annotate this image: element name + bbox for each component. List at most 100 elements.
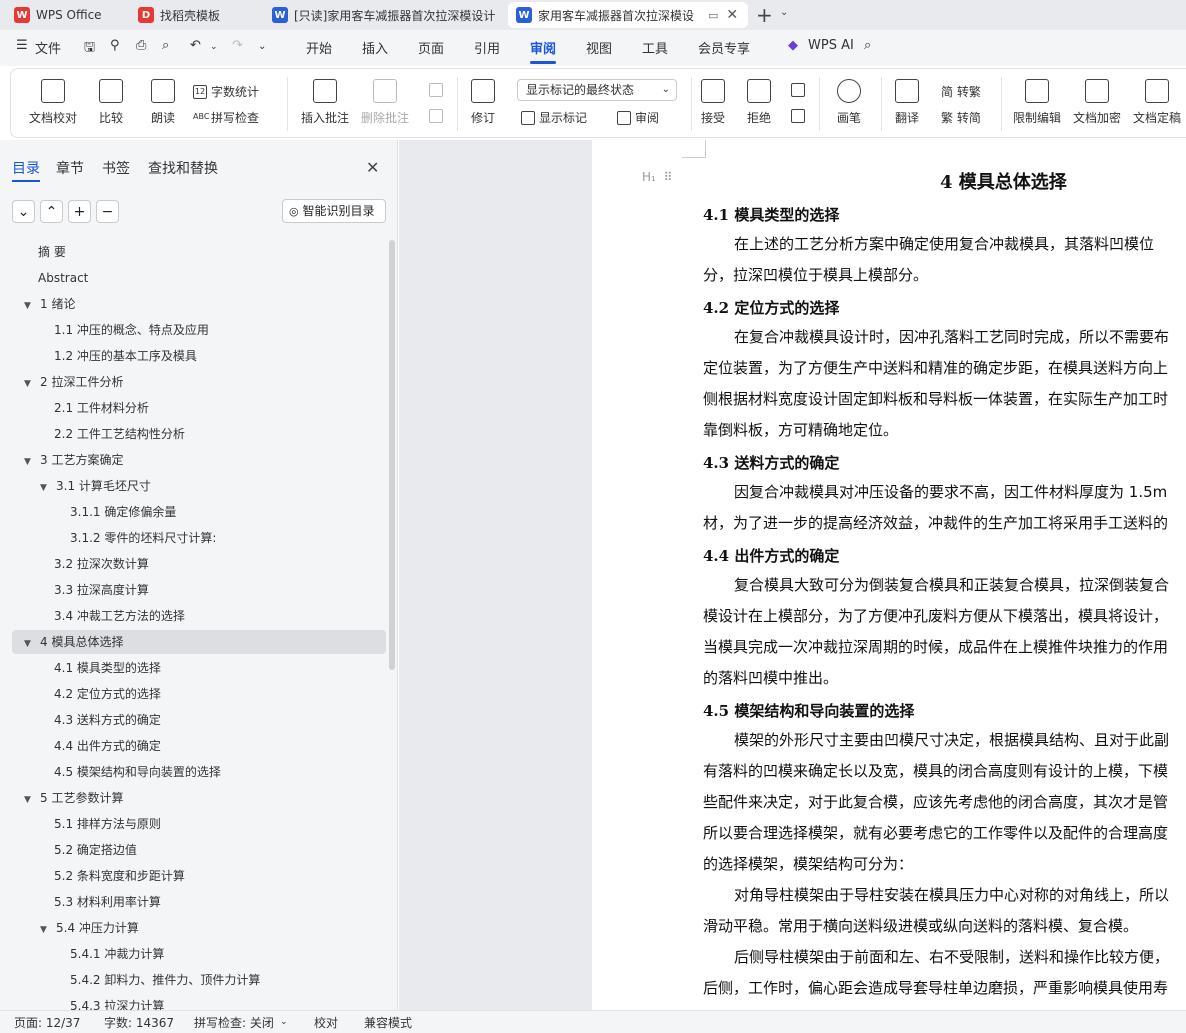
toc-item[interactable]: 5.1 排样方法与原则 — [54, 813, 161, 835]
tab-toc[interactable]: 目录 — [12, 158, 40, 178]
collapse-up-button[interactable]: ⌃ — [40, 200, 63, 223]
status-proofread[interactable]: 校对 — [314, 1014, 338, 1031]
tab-chapters[interactable]: 章节 — [56, 158, 84, 178]
accept-button[interactable]: 接受 — [701, 79, 725, 126]
status-word-count[interactable]: 字数: 14367 — [104, 1014, 174, 1031]
doc-check-button[interactable]: 文档校对 — [29, 79, 77, 126]
chevron-down-icon[interactable]: ⌄ — [280, 1017, 288, 1027]
hamburger-icon[interactable]: ☰ — [16, 38, 28, 53]
prev-change-icon[interactable] — [791, 83, 809, 97]
share-icon[interactable]: ⚲ — [110, 38, 120, 53]
word-count-button[interactable]: 12 字数统计 — [193, 83, 259, 100]
read-aloud-button[interactable]: 朗读 — [151, 79, 175, 126]
toc-item[interactable]: Abstract — [38, 267, 88, 289]
new-tab-button[interactable]: + — [756, 3, 773, 27]
tab-find-replace[interactable]: 查找和替换 — [148, 158, 218, 178]
to-simplified-button[interactable]: 繁 转简 — [941, 109, 981, 126]
save-icon[interactable]: 🖫 — [84, 38, 95, 60]
to-traditional-button[interactable]: 简 转繁 — [941, 83, 981, 100]
status-page[interactable]: 页面: 12/37 — [14, 1014, 80, 1031]
monitor-icon[interactable]: ▭ — [708, 9, 718, 22]
smart-toc-button[interactable]: ◎ 智能识别目录 — [282, 199, 386, 223]
toc-item[interactable]: 4.3 送料方式的确定 — [54, 709, 161, 731]
toc-item[interactable]: 2.1 工件材料分析 — [54, 397, 149, 419]
menu-member[interactable]: 会员专享 — [698, 38, 750, 57]
toc-item[interactable]: 3.4 冲裁工艺方法的选择 — [54, 605, 185, 627]
toc-item[interactable]: 5.4.2 卸料力、推件力、顶件力计算 — [70, 969, 260, 991]
review-pane-button[interactable]: 审阅 — [617, 109, 659, 126]
toc-item[interactable]: ▼ 3 工艺方案确定 — [24, 449, 123, 471]
toc-item[interactable]: 摘 要 — [38, 241, 66, 263]
menu-tools[interactable]: 工具 — [642, 38, 668, 57]
tab-docer-templates[interactable]: D 找稻壳模板 — [130, 2, 260, 28]
toc-item[interactable]: 1.2 冲压的基本工序及模具 — [54, 345, 197, 367]
toc-item[interactable]: 3.1.2 零件的坯料尺寸计算: — [70, 527, 216, 549]
menu-review[interactable]: 审阅 — [530, 38, 556, 57]
toc-item[interactable]: 3.1.1 确定修偏余量 — [70, 501, 176, 523]
translate-button[interactable]: 翻译 — [895, 79, 919, 126]
show-markup-button[interactable]: 显示标记 — [521, 109, 587, 126]
expand-arrow-icon[interactable]: ▼ — [24, 373, 32, 395]
toc-item[interactable]: 5.4.1 冲裁力计算 — [70, 943, 164, 965]
next-change-icon[interactable] — [791, 109, 809, 123]
toc-item[interactable]: 1.1 冲压的概念、特点及应用 — [54, 319, 209, 341]
compare-button[interactable]: 比较 — [99, 79, 123, 126]
toc-item[interactable]: 2.2 工件工艺结构性分析 — [54, 423, 185, 445]
tab-readonly-doc[interactable]: W [只读]家用客车减振器首次拉深模设计 — [264, 2, 502, 28]
toc-item[interactable]: ▼ 1 绪论 — [24, 293, 75, 315]
menu-file[interactable]: 文件 — [35, 38, 61, 57]
expand-down-button[interactable]: ⌄ — [12, 200, 35, 223]
tab-active-doc[interactable]: W 家用客车减振器首次拉深模设 ▭ ✕ — [508, 2, 748, 28]
close-icon[interactable]: ✕ — [366, 158, 379, 177]
document-page[interactable]: H₁ ⠿ 4 模具总体选择 4.1 模具类型的选择 在上述的工艺分析方案中确定使用… — [592, 140, 1186, 1010]
tab-wps-office[interactable]: W WPS Office — [6, 2, 122, 28]
insert-comment-button[interactable]: 插入批注 — [301, 79, 349, 126]
reject-button[interactable]: 拒绝 — [747, 79, 771, 126]
expand-arrow-icon[interactable]: ▼ — [24, 789, 32, 811]
menu-home[interactable]: 开始 — [306, 38, 332, 57]
expand-arrow-icon[interactable]: ▼ — [40, 477, 48, 499]
status-spell-check[interactable]: 拼写检查: 关闭 — [194, 1014, 274, 1031]
toc-item[interactable]: 5.2 确定搭边值 — [54, 839, 137, 861]
more-chevron-icon[interactable]: ⌄ — [258, 41, 266, 52]
toc-item[interactable]: 4.5 模架结构和导向装置的选择 — [54, 761, 221, 783]
toc-item[interactable]: 4.4 出件方式的确定 — [54, 735, 161, 757]
toc-item[interactable]: ▼ 4 模具总体选择 — [24, 631, 123, 653]
undo-icon[interactable]: ↶ — [190, 38, 201, 53]
print-icon[interactable]: ⎙ — [136, 38, 146, 53]
close-tab-icon[interactable]: ✕ — [726, 7, 738, 23]
tab-bookmarks[interactable]: 书签 — [102, 158, 130, 178]
expand-arrow-icon[interactable]: ▼ — [24, 451, 32, 473]
print-preview-icon[interactable]: ⌕ — [162, 38, 169, 53]
menu-wps-ai[interactable]: WPS AI — [808, 38, 854, 53]
undo-dropdown-icon[interactable]: ⌄ — [210, 42, 218, 52]
pen-button[interactable]: 画笔 — [837, 79, 861, 126]
chevron-down-icon[interactable]: ⌄ — [780, 7, 788, 18]
toc-item[interactable]: ▼ 3.1 计算毛坯尺寸 — [40, 475, 151, 497]
toc-item[interactable]: ▼ 5.4 冲压力计算 — [40, 917, 139, 939]
remove-heading-button[interactable]: − — [96, 200, 119, 223]
menu-insert[interactable]: 插入 — [362, 38, 388, 57]
toc-item[interactable]: ▼ 2 拉深工件分析 — [24, 371, 123, 393]
encrypt-button[interactable]: 文档加密 — [1073, 79, 1121, 126]
track-changes-button[interactable]: 修订 — [471, 79, 495, 126]
toc-item[interactable]: 3.3 拉深高度计算 — [54, 579, 149, 601]
expand-arrow-icon[interactable]: ▼ — [40, 919, 48, 941]
toc-item[interactable]: 4.2 定位方式的选择 — [54, 683, 161, 705]
finalize-button[interactable]: 文档定稿 — [1133, 79, 1181, 126]
menu-page[interactable]: 页面 — [418, 38, 444, 57]
toc-item[interactable]: 3.2 拉深次数计算 — [54, 553, 149, 575]
menu-references[interactable]: 引用 — [474, 38, 500, 57]
toc-scrollbar[interactable] — [389, 240, 395, 670]
spell-check-button[interactable]: ABC 拼写检查 — [193, 109, 259, 126]
toc-item[interactable]: ▼ 5 工艺参数计算 — [24, 787, 123, 809]
restrict-edit-button[interactable]: 限制编辑 — [1013, 79, 1061, 126]
menu-view[interactable]: 视图 — [586, 38, 612, 57]
add-heading-button[interactable]: + — [68, 200, 91, 223]
expand-arrow-icon[interactable]: ▼ — [24, 633, 32, 655]
expand-arrow-icon[interactable]: ▼ — [24, 295, 32, 317]
search-icon[interactable]: ⌕ — [864, 38, 871, 53]
toc-item[interactable]: 4.1 模具类型的选择 — [54, 657, 161, 679]
display-mode-select[interactable]: 显示标记的最终状态 ⌄ — [517, 79, 677, 101]
toc-item[interactable]: 5.2 条料宽度和步距计算 — [54, 865, 185, 887]
